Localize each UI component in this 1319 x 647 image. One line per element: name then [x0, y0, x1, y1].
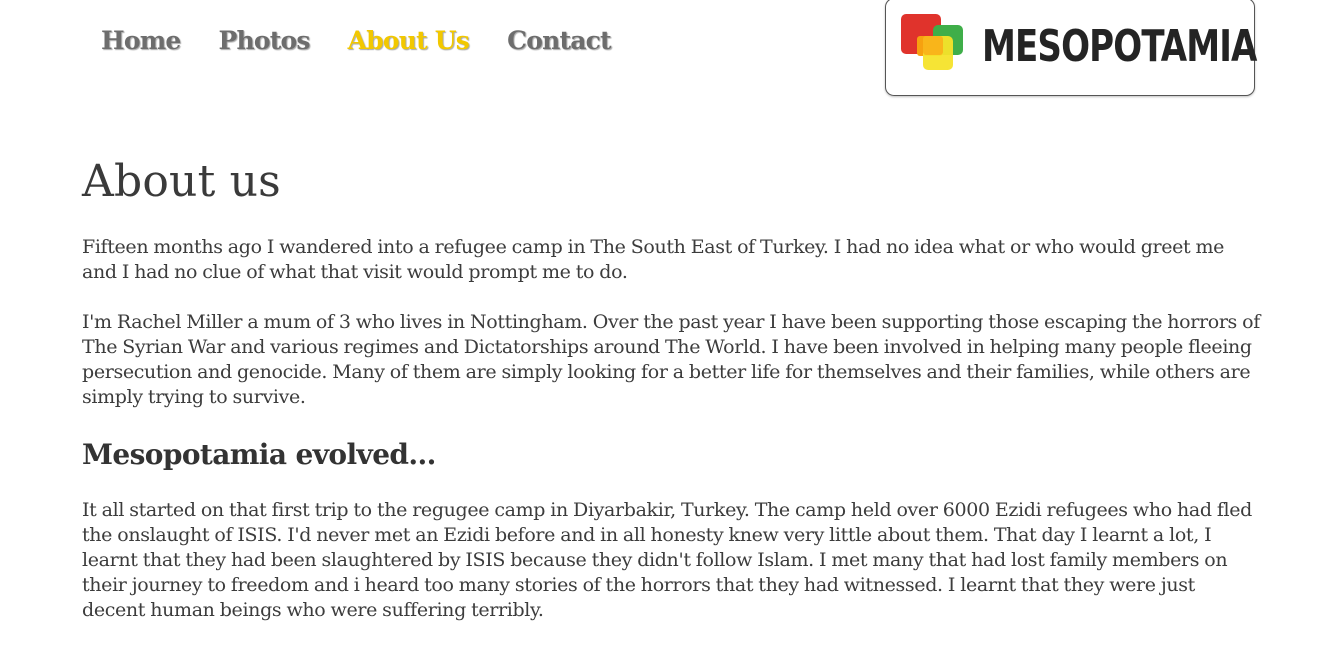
page-title: About us: [82, 156, 281, 207]
story-paragraph: It all started on that first trip to the…: [82, 499, 1252, 621]
nav-link-photos[interactable]: Photos: [218, 24, 310, 58]
logo-wordmark: MESOPOTAMIA: [982, 21, 1257, 72]
logo-squares-icon: [901, 14, 963, 70]
nav-link-about-us[interactable]: About Us: [348, 24, 470, 58]
intro-paragraph: Fifteen months ago I wandered into a ref…: [82, 236, 1225, 283]
section-heading: Mesopotamia evolved...: [82, 438, 436, 471]
about-content: About us Fifteen months ago I wandered i…: [82, 150, 1262, 623]
nav-link-home[interactable]: Home: [101, 24, 181, 58]
site-logo[interactable]: MESOPOTAMIA: [885, 0, 1257, 96]
bio-paragraph: I'm Rachel Miller a mum of 3 who lives i…: [82, 311, 1260, 408]
nav-link-contact[interactable]: Contact: [507, 24, 611, 58]
main-nav: Home Photos About Us Contact: [101, 24, 612, 58]
